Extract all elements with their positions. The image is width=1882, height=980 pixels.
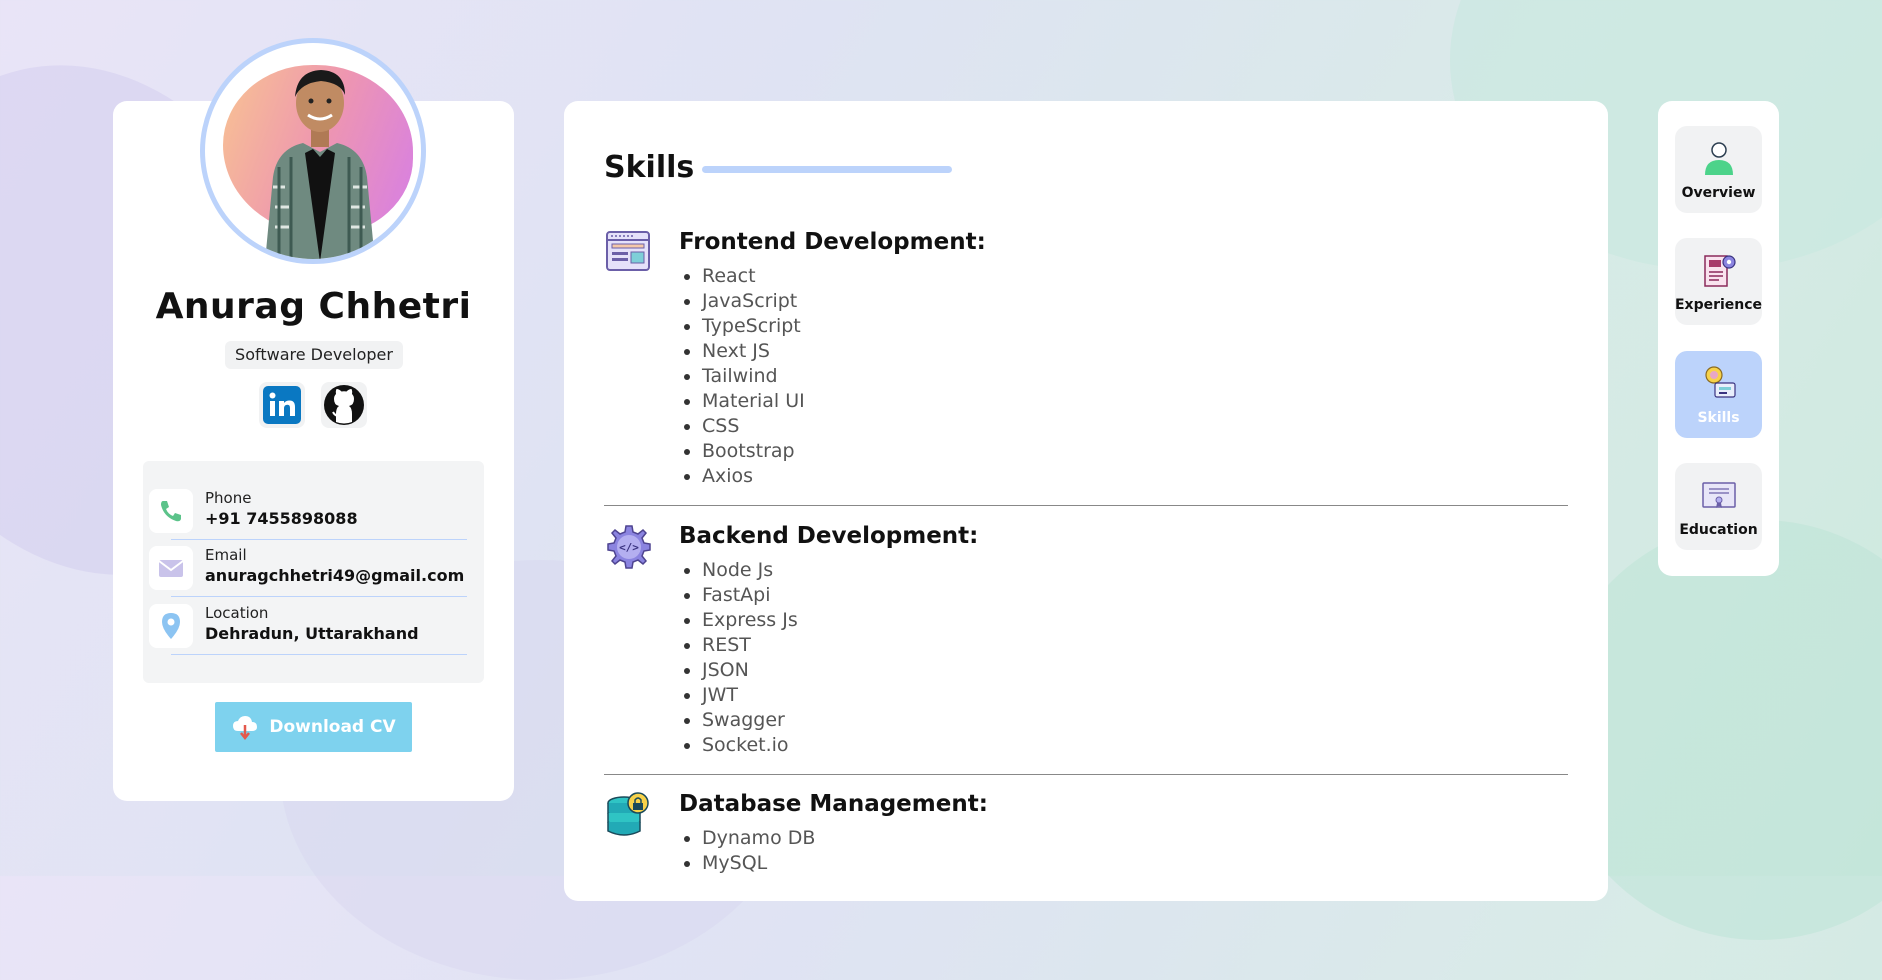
section-divider	[604, 774, 1568, 775]
profile-name: Anurag Chhetri	[155, 286, 472, 327]
location-value: Dehradun, Uttarakhand	[205, 624, 419, 643]
skill-group-heading: Backend Development:	[679, 523, 979, 549]
list-item: Axios	[702, 464, 805, 489]
mail-icon	[149, 546, 193, 590]
email-value: anuragchhetri49@gmail.com	[205, 566, 465, 585]
location-pin-icon	[149, 604, 193, 648]
browser-window-icon	[606, 231, 650, 271]
avatar	[200, 38, 426, 264]
list-item: Node Js	[702, 558, 798, 583]
skills-panel	[564, 101, 1608, 901]
list-item: CSS	[702, 414, 805, 439]
nav-education[interactable]: Education	[1675, 463, 1762, 550]
skill-group-frontend: Frontend Development: React JavaScript T…	[604, 229, 1568, 489]
nav-label: Education	[1679, 522, 1758, 538]
list-item: JWT	[702, 683, 798, 708]
divider	[171, 596, 467, 597]
section-divider	[604, 505, 1568, 506]
github-button[interactable]	[321, 382, 367, 428]
svg-text:</>: </>	[619, 541, 639, 554]
list-item: Socket.io	[702, 733, 798, 758]
list-item: FastApi	[702, 583, 798, 608]
resume-document-icon	[1704, 255, 1736, 287]
github-icon	[324, 385, 364, 425]
skill-list: Dynamo DB MySQL	[679, 826, 815, 876]
nav-experience[interactable]: Experience	[1675, 238, 1762, 325]
list-item: Express Js	[702, 608, 798, 633]
download-cv-button[interactable]: Download CV	[215, 702, 412, 752]
skill-group-backend: </> Backend Development: Node Js FastApi…	[604, 523, 1568, 763]
contact-location: Location Dehradun, Uttarakhand	[149, 600, 479, 655]
role-badge: Software Developer	[225, 341, 403, 369]
contact-label: Phone	[205, 489, 252, 507]
nav-overview[interactable]: Overview	[1675, 126, 1762, 213]
download-cv-label: Download CV	[269, 717, 396, 737]
nav-label: Experience	[1674, 297, 1763, 313]
list-item: Tailwind	[702, 364, 805, 389]
skill-list: Node Js FastApi Express Js REST JSON JWT…	[679, 558, 798, 758]
list-item: JSON	[702, 658, 798, 683]
database-lock-icon	[607, 792, 649, 836]
nav-skills[interactable]: Skills	[1675, 351, 1762, 438]
nav-label: Overview	[1681, 185, 1756, 201]
list-item: React	[702, 264, 805, 289]
skill-list: React JavaScript TypeScript Next JS Tail…	[679, 264, 805, 489]
list-item: JavaScript	[702, 289, 805, 314]
list-item: Swagger	[702, 708, 798, 733]
phone-value: +91 7455898088	[205, 509, 358, 528]
phone-icon	[149, 489, 193, 533]
contact-info-box: Phone +91 7455898088 Email anuragchhetri…	[143, 461, 484, 683]
divider	[171, 539, 467, 540]
divider	[171, 654, 467, 655]
contact-email: Email anuragchhetri49@gmail.com	[149, 542, 479, 597]
skill-group-database: Database Management: Dynamo DB MySQL	[604, 791, 1568, 876]
list-item: Material UI	[702, 389, 805, 414]
contact-label: Location	[205, 604, 269, 622]
list-item: Next JS	[702, 339, 805, 364]
page-title: Skills	[604, 150, 695, 185]
linkedin-icon	[263, 386, 301, 424]
code-gear-icon: </>	[607, 525, 651, 569]
person-photo-icon	[265, 70, 375, 259]
contact-phone: Phone +91 7455898088	[149, 485, 479, 540]
linkedin-button[interactable]	[259, 382, 305, 428]
nav-label: Skills	[1697, 410, 1740, 426]
title-underline	[702, 166, 952, 173]
list-item: TypeScript	[702, 314, 805, 339]
skills-award-icon	[1705, 366, 1736, 398]
list-item: REST	[702, 633, 798, 658]
list-item: MySQL	[702, 851, 815, 876]
contact-label: Email	[205, 546, 247, 564]
list-item: Dynamo DB	[702, 826, 815, 851]
cloud-download-icon	[233, 716, 258, 741]
certificate-icon	[1702, 482, 1736, 508]
list-item: Bootstrap	[702, 439, 805, 464]
user-icon	[1705, 142, 1733, 175]
skill-group-heading: Frontend Development:	[679, 229, 986, 255]
skill-group-heading: Database Management:	[679, 791, 988, 817]
